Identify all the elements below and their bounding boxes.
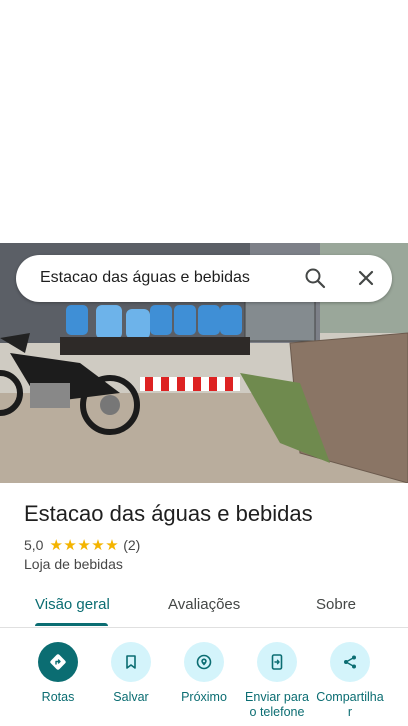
review-count[interactable]: (2) (123, 537, 140, 553)
send-to-phone-button[interactable]: Enviar para o telefone (237, 642, 317, 720)
save-button[interactable]: Salvar (91, 642, 171, 705)
bookmark-icon (111, 642, 151, 682)
rating-value: 5,0 (24, 537, 44, 553)
tab-reviews[interactable]: Avaliações (168, 596, 240, 613)
search-query[interactable]: Estacao das águas e bebidas (40, 269, 250, 287)
send-to-phone-label: Enviar para o telefone (245, 690, 309, 719)
close-icon[interactable] (354, 266, 378, 290)
divider (0, 627, 408, 628)
search-icon[interactable] (303, 266, 327, 290)
nearby-button[interactable]: Próximo (164, 642, 244, 705)
place-name: Estacao das águas e bebidas (24, 501, 313, 526)
active-tab-indicator (35, 623, 108, 626)
place-category: Loja de bebidas (24, 556, 123, 572)
share-label: Compartilhar (316, 690, 384, 719)
tab-about[interactable]: Sobre (316, 596, 356, 613)
tab-bar: Visão geral Avaliações Sobre (0, 586, 408, 628)
directions-button[interactable]: Rotas (18, 642, 98, 705)
search-bar[interactable]: Estacao das águas e bebidas (16, 255, 392, 302)
directions-label: Rotas (41, 690, 75, 704)
save-label: Salvar (113, 690, 149, 704)
send-to-phone-icon (257, 642, 297, 682)
rating-row[interactable]: 5,0 ★★★★★ (2) (24, 536, 140, 554)
share-button[interactable]: Compartilhar (310, 642, 390, 720)
nearby-icon (184, 642, 224, 682)
star-rating-icon: ★★★★★ (49, 537, 120, 554)
tab-overview[interactable]: Visão geral (35, 596, 110, 613)
nearby-label: Próximo (181, 690, 227, 704)
share-icon (330, 642, 370, 682)
directions-icon (38, 642, 78, 682)
